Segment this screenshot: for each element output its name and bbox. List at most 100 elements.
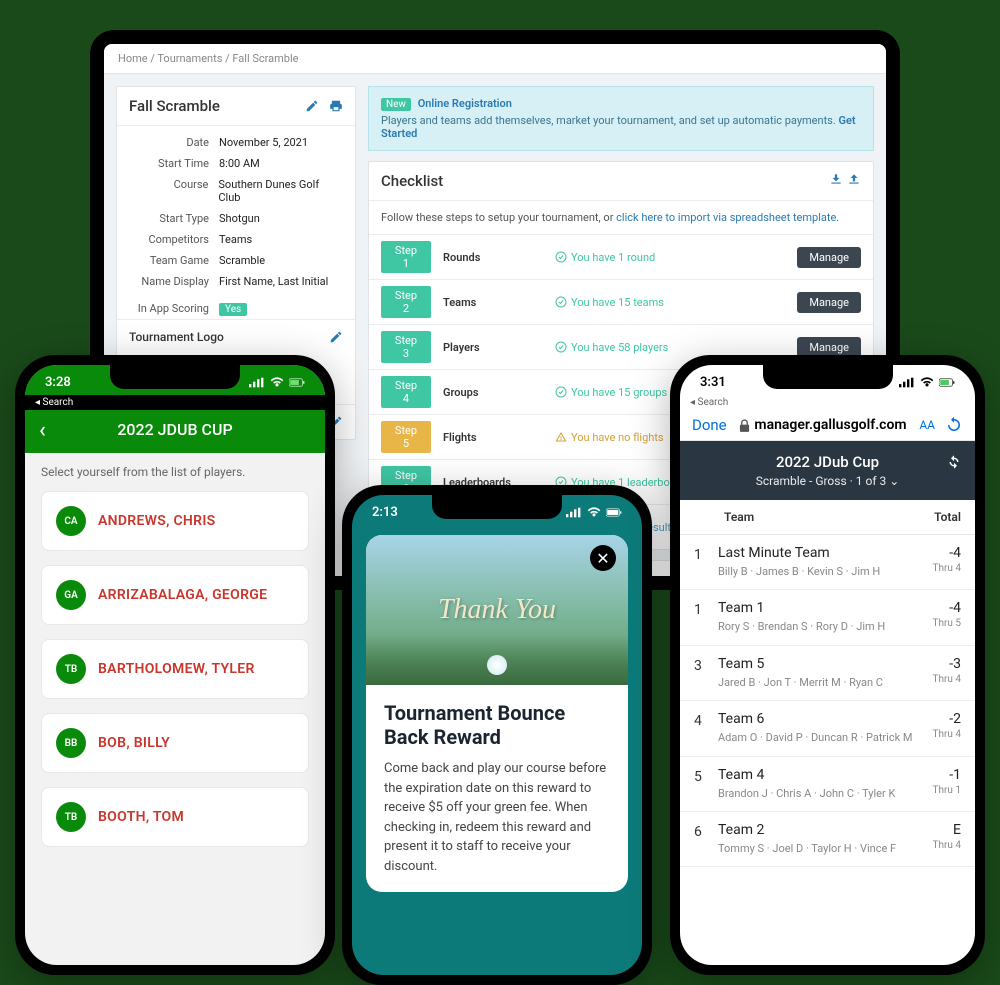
done-button[interactable]: Done <box>692 416 727 434</box>
leaderboard-row[interactable]: 4 Team 6Adam O · David P · Duncan R · Pa… <box>680 701 975 756</box>
page-title: 2022 JDUB CUP <box>117 420 232 439</box>
player-card[interactable]: BB BOB, BILLY <box>41 713 309 773</box>
leaderboard-subtitle[interactable]: Scramble - Gross · 1 of 3 ⌄ <box>692 474 963 488</box>
leaderboard-columns: Team Total <box>680 500 975 535</box>
detail-value: November 5, 2021 <box>219 136 308 149</box>
back-icon[interactable]: ‹ <box>39 418 46 443</box>
rank: 4 <box>694 711 718 745</box>
detail-value: Teams <box>219 233 252 246</box>
breadcrumb[interactable]: Home / Tournaments / Fall Scramble <box>104 44 886 74</box>
leaderboard-row[interactable]: 1 Team 1Rory S · Brendan S · Rory D · Ji… <box>680 590 975 645</box>
player-name: BARTHOLOMEW, TYLER <box>98 661 255 677</box>
manage-button[interactable]: Manage <box>797 292 861 313</box>
player-name: ANDREWS, CHRIS <box>98 513 216 529</box>
wifi-icon <box>586 507 602 518</box>
download-icon[interactable] <box>829 172 843 186</box>
manage-button[interactable]: Manage <box>797 247 861 268</box>
team-members: Adam O · David P · Duncan R · Patrick M <box>718 730 933 745</box>
leaderboard-header: 2022 JDub Cup Scramble - Gross · 1 of 3 … <box>680 441 975 500</box>
detail-row: Name DisplayFirst Name, Last Initial <box>117 271 355 292</box>
player-card[interactable]: CA ANDREWS, CHRIS <box>41 491 309 551</box>
rank: 5 <box>694 767 718 801</box>
edit-icon[interactable] <box>329 330 343 344</box>
phone-player-select: 3:28 ◂ Search ‹ 2022 JDUB CUP Select you… <box>15 355 335 975</box>
search-back-link[interactable]: ◂ Search <box>680 395 975 410</box>
url-display[interactable]: manager.gallusgolf.com <box>737 417 910 433</box>
team-name: Team 5 <box>718 656 933 672</box>
refresh-icon[interactable] <box>945 416 963 434</box>
new-badge: New <box>381 98 411 111</box>
team-name: Team 1 <box>718 600 933 616</box>
print-icon[interactable] <box>329 99 343 113</box>
import-spreadsheet-link[interactable]: click here to import via spreadsheet tem… <box>616 211 836 224</box>
detail-value: Shotgun <box>219 212 260 225</box>
phone-reward: 2:13 ✕ Thank You Tournament Bounce Back … <box>342 485 652 985</box>
reward-body: Come back and play our course before the… <box>384 759 610 876</box>
checklist-step: Step 1 Rounds You have 1 round Manage <box>369 234 873 279</box>
signal-icon <box>899 377 915 388</box>
reward-title: Tournament Bounce Back Reward <box>384 701 610 749</box>
avatar: CA <box>56 506 86 536</box>
avatar: GA <box>56 580 86 610</box>
step-badge: Step 4 <box>381 376 431 408</box>
detail-row: Team GameScramble <box>117 250 355 271</box>
team-members: Rory S · Brendan S · Rory D · Jim H <box>718 619 933 634</box>
rank: 1 <box>694 545 718 579</box>
score: -1 <box>933 767 961 783</box>
upload-icon[interactable] <box>847 172 861 186</box>
step-status: You have 1 round <box>555 251 785 264</box>
checklist-step: Step 2 Teams You have 15 teams Manage <box>369 279 873 324</box>
leaderboard-row[interactable]: 5 Team 4Brandon J · Chris A · John C · T… <box>680 757 975 812</box>
score: -4 <box>933 545 961 561</box>
step-badge: Step 5 <box>381 421 431 453</box>
team-name: Team 2 <box>718 822 933 838</box>
leaderboard-row[interactable]: 3 Team 5Jared B · Jon T · Merrit M · Rya… <box>680 646 975 701</box>
leaderboard-row[interactable]: 1 Last Minute TeamBilly B · James B · Ke… <box>680 535 975 590</box>
player-card[interactable]: TBBOOTH, TOM <box>41 787 309 847</box>
step-name: Groups <box>443 386 543 399</box>
avatar: BB <box>56 728 86 758</box>
sync-icon[interactable] <box>945 453 963 471</box>
leaderboard-row[interactable]: 6 Team 2 Tommy S · Joel D · Taylor H · Vi… <box>680 812 975 867</box>
signal-icon <box>566 507 582 518</box>
score: E <box>933 822 961 838</box>
text-size-button[interactable]: AA <box>919 418 935 432</box>
phone-leaderboard: 3:31 ◂ Search Done manager.gallusgolf.co… <box>670 355 985 975</box>
detail-label: Name Display <box>129 275 219 288</box>
step-status: You have 58 players <box>555 341 785 354</box>
close-icon[interactable]: ✕ <box>590 545 616 571</box>
player-name: BOB, BILLY <box>98 735 170 751</box>
search-back-link[interactable]: ◂ Search <box>25 395 325 410</box>
thru: Thru 4 <box>933 563 961 574</box>
detail-row: Start TypeShotgun <box>117 208 355 229</box>
wifi-icon <box>919 377 935 388</box>
detail-row: CourseSouthern Dunes Golf Club <box>117 174 355 208</box>
team-members: Tommy S · Joel D · Taylor H · Vince F <box>718 841 933 856</box>
player-name: BOOTH, TOM <box>98 809 184 825</box>
step-name: Flights <box>443 431 543 444</box>
detail-row: CompetitorsTeams <box>117 229 355 250</box>
thru: Thru 5 <box>933 618 961 629</box>
detail-value: Scramble <box>219 254 265 267</box>
detail-label: Course <box>129 178 218 204</box>
score: -4 <box>933 600 961 616</box>
rank: 6 <box>694 822 718 856</box>
player-card[interactable]: TBBARTHOLOMEW, TYLER <box>41 639 309 699</box>
step-badge: Step 1 <box>381 241 431 273</box>
in-app-scoring-badge: Yes <box>219 303 247 316</box>
wifi-icon <box>269 377 285 388</box>
online-registration-link[interactable]: Online Registration <box>418 97 512 110</box>
rank: 3 <box>694 656 718 690</box>
reward-hero-image: ✕ Thank You <box>366 535 628 685</box>
detail-label: Date <box>129 136 219 149</box>
leaderboard-title: 2022 JDub Cup <box>692 453 963 471</box>
team-members: Brandon J · Chris A · John C · Tyler K <box>718 786 933 801</box>
checklist-title: Checklist <box>381 172 443 190</box>
edit-icon[interactable] <box>305 99 319 113</box>
team-name: Last Minute Team <box>718 545 933 561</box>
detail-label: Competitors <box>129 233 219 246</box>
thru: Thru 4 <box>933 840 961 851</box>
thru: Thru 4 <box>933 674 961 685</box>
thru: Thru 1 <box>933 785 961 796</box>
player-card[interactable]: GAARRIZABALAGA, GEORGE <box>41 565 309 625</box>
